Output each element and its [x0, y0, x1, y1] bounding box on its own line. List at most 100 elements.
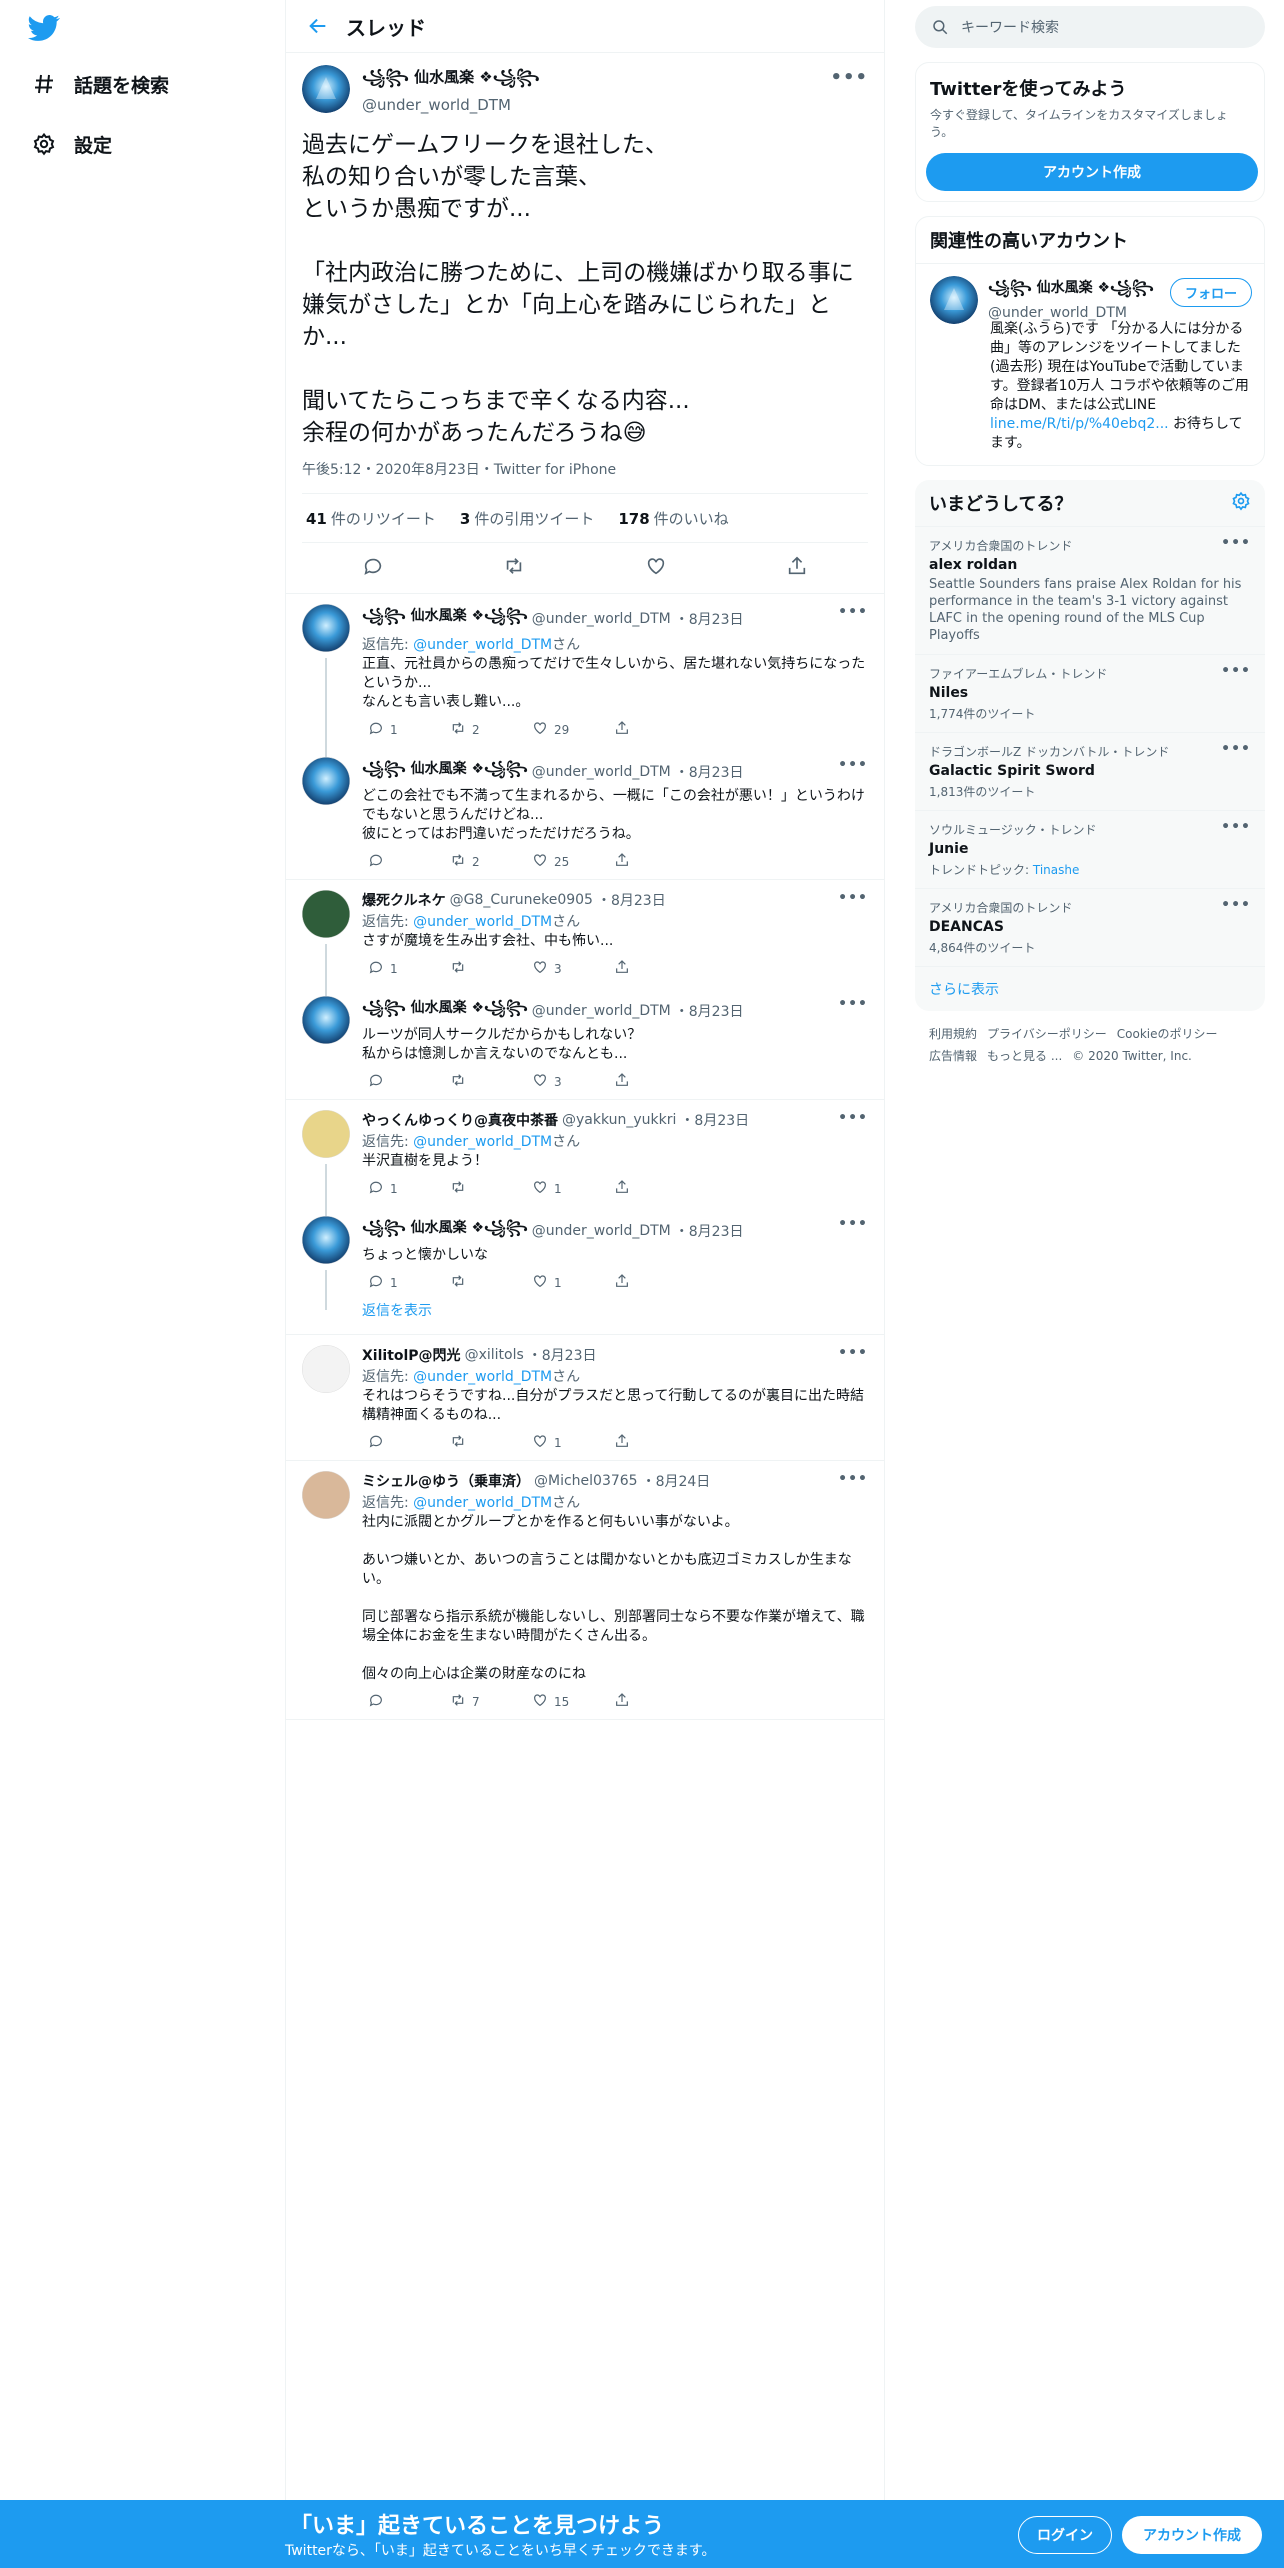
reply-author-handle[interactable]: @under_world_DTM: [532, 764, 671, 780]
more-options-icon[interactable]: •••: [838, 1345, 868, 1361]
more-options-icon[interactable]: •••: [1221, 535, 1251, 551]
more-options-icon[interactable]: •••: [838, 996, 868, 1012]
like-button[interactable]: 3: [526, 959, 608, 978]
reply-author-handle[interactable]: @under_world_DTM: [532, 1003, 671, 1019]
footer-more[interactable]: もっと見る ...: [987, 1049, 1062, 1063]
reply-to-link[interactable]: @under_world_DTM: [413, 1369, 552, 1385]
retweet-button[interactable]: 2: [444, 720, 526, 739]
reply-author-handle[interactable]: @under_world_DTM: [532, 1223, 671, 1239]
retweet-button[interactable]: 7: [444, 1692, 526, 1711]
reply-date[interactable]: ・8月24日: [642, 1471, 711, 1491]
retweet-icon[interactable]: [503, 555, 525, 581]
follow-button[interactable]: フォロー: [1169, 278, 1252, 307]
reply-tweet[interactable]: ꧁꧂ 仙水風楽 ❖꧁꧂ @under_world_DTM ・8月23日 ちょっと…: [286, 1206, 884, 1310]
share-button[interactable]: [608, 1433, 690, 1452]
share-button[interactable]: [608, 720, 690, 739]
more-options-icon[interactable]: •••: [838, 757, 868, 773]
search-input[interactable]: キーワード検索: [915, 6, 1265, 48]
nav-settings[interactable]: 設定: [28, 124, 112, 164]
like-button[interactable]: 1: [526, 1433, 608, 1452]
author-handle[interactable]: @under_world_DTM: [362, 96, 540, 114]
reply-author-name[interactable]: 爆死クルネケ: [362, 890, 446, 910]
reply-tweet[interactable]: 爆死クルネケ @G8_Curuneke0905 ・8月23日 返信先: @und…: [286, 880, 884, 996]
avatar[interactable]: [302, 757, 350, 805]
retweet-button[interactable]: [444, 1433, 526, 1452]
share-button[interactable]: [608, 1692, 690, 1711]
reply-author-name[interactable]: ミシェル@ゆう（乗車済）: [362, 1471, 530, 1491]
signup-button[interactable]: アカウント作成: [1122, 2516, 1262, 2554]
reply-author-handle[interactable]: @G8_Curuneke0905: [450, 892, 593, 908]
reply-to-link[interactable]: @under_world_DTM: [413, 637, 552, 653]
avatar[interactable]: [302, 996, 350, 1044]
share-button[interactable]: [608, 1179, 690, 1198]
avatar[interactable]: [302, 1471, 350, 1519]
reply-author-name[interactable]: やっくんゆっくり@真夜中茶番: [362, 1110, 558, 1130]
like-button[interactable]: 15: [526, 1692, 608, 1711]
reply-tweet[interactable]: ミシェル@ゆう（乗車済） @Michel03765 ・8月24日 返信先: @u…: [286, 1461, 884, 1720]
reply-icon[interactable]: [362, 555, 384, 581]
reply-tweet[interactable]: ꧁꧂ 仙水風楽 ❖꧁꧂ @under_world_DTM ・8月23日 返信先:…: [286, 594, 884, 757]
reply-author-handle[interactable]: @Michel03765: [534, 1473, 638, 1489]
more-options-icon[interactable]: •••: [838, 1110, 868, 1126]
reply-to-link[interactable]: @under_world_DTM: [413, 1495, 552, 1511]
reply-button[interactable]: [362, 1692, 444, 1711]
reply-author-name[interactable]: XilitolP@閃光: [362, 1345, 461, 1365]
more-options-icon[interactable]: •••: [830, 67, 868, 88]
show-replies-label[interactable]: 返信を表示: [362, 1303, 432, 1319]
reply-button[interactable]: 1: [362, 1179, 444, 1198]
trend-topic-link[interactable]: Tinashe: [1033, 863, 1080, 877]
reply-to-link[interactable]: @under_world_DTM: [413, 914, 552, 930]
trend-item[interactable]: アメリカ合衆国のトレンド DEANCAS 4,864件のツイート •••: [915, 889, 1265, 967]
settings-gear-icon[interactable]: [1231, 491, 1251, 515]
avatar[interactable]: [302, 65, 350, 113]
back-arrow-icon[interactable]: [290, 0, 346, 53]
share-button[interactable]: [608, 852, 690, 871]
avatar[interactable]: [302, 1345, 350, 1393]
like-button[interactable]: 29: [526, 720, 608, 739]
reply-button[interactable]: [362, 852, 444, 871]
like-icon[interactable]: [645, 555, 667, 581]
reply-date[interactable]: ・8月23日: [597, 890, 666, 910]
create-account-button[interactable]: アカウント作成: [926, 153, 1258, 191]
reply-button[interactable]: 1: [362, 720, 444, 739]
share-button[interactable]: [608, 1072, 690, 1091]
reply-date[interactable]: ・8月23日: [675, 1221, 744, 1241]
trend-item[interactable]: アメリカ合衆国のトレンド alex roldan Seattle Sounder…: [915, 527, 1265, 655]
author-name[interactable]: ꧁꧂ 仙水風楽 ❖꧁꧂: [362, 65, 540, 96]
nav-explore[interactable]: 話題を検索: [28, 64, 169, 104]
like-button[interactable]: 1: [526, 1273, 608, 1292]
reply-button[interactable]: [362, 1072, 444, 1091]
reply-date[interactable]: ・8月23日: [675, 762, 744, 782]
reply-date[interactable]: ・8月23日: [680, 1110, 749, 1130]
like-button[interactable]: 1: [526, 1179, 608, 1198]
avatar[interactable]: [302, 1216, 350, 1264]
show-more-link[interactable]: さらに表示: [915, 967, 1265, 1011]
reply-author-handle[interactable]: @under_world_DTM: [532, 611, 671, 627]
reply-author-name[interactable]: ꧁꧂ 仙水風楽 ❖꧁꧂: [362, 604, 528, 633]
more-options-icon[interactable]: •••: [838, 1216, 868, 1232]
reply-author-name[interactable]: ꧁꧂ 仙水風楽 ❖꧁꧂: [362, 757, 528, 786]
reply-to-link[interactable]: @under_world_DTM: [413, 1134, 552, 1150]
reply-author-name[interactable]: ꧁꧂ 仙水風楽 ❖꧁꧂: [362, 996, 528, 1025]
avatar[interactable]: [302, 604, 350, 652]
related-handle[interactable]: @under_world_DTM: [988, 305, 1154, 321]
trend-item[interactable]: ソウルミュージック・トレンド Junie トレンドトピック: Tinashe •…: [915, 811, 1265, 889]
reply-tweet[interactable]: ꧁꧂ 仙水風楽 ❖꧁꧂ @under_world_DTM ・8月23日 どこの会…: [286, 747, 884, 880]
more-options-icon[interactable]: •••: [838, 890, 868, 906]
tweet-meta[interactable]: 午後5:12・2020年8月23日・Twitter for iPhone: [302, 459, 868, 479]
show-replies-link[interactable]: · · · 返信を表示: [286, 1290, 884, 1335]
reply-date[interactable]: ・8月23日: [675, 609, 744, 629]
avatar[interactable]: [302, 890, 350, 938]
likes-stat[interactable]: 178 件のいいね: [618, 508, 728, 529]
like-button[interactable]: 3: [526, 1072, 608, 1091]
retweet-button[interactable]: 2: [444, 852, 526, 871]
footer-cookie[interactable]: Cookieのポリシー: [1117, 1027, 1218, 1041]
twitter-logo-icon[interactable]: [28, 12, 64, 44]
footer-privacy[interactable]: プライバシーポリシー: [987, 1027, 1107, 1041]
reply-date[interactable]: ・8月23日: [675, 1001, 744, 1021]
reply-tweet[interactable]: XilitolP@閃光 @xilitols ・8月23日 返信先: @under…: [286, 1335, 884, 1461]
more-options-icon[interactable]: •••: [1221, 897, 1251, 913]
more-options-icon[interactable]: •••: [838, 604, 868, 620]
footer-ads[interactable]: 広告情報: [929, 1049, 977, 1063]
more-options-icon[interactable]: •••: [1221, 663, 1251, 679]
